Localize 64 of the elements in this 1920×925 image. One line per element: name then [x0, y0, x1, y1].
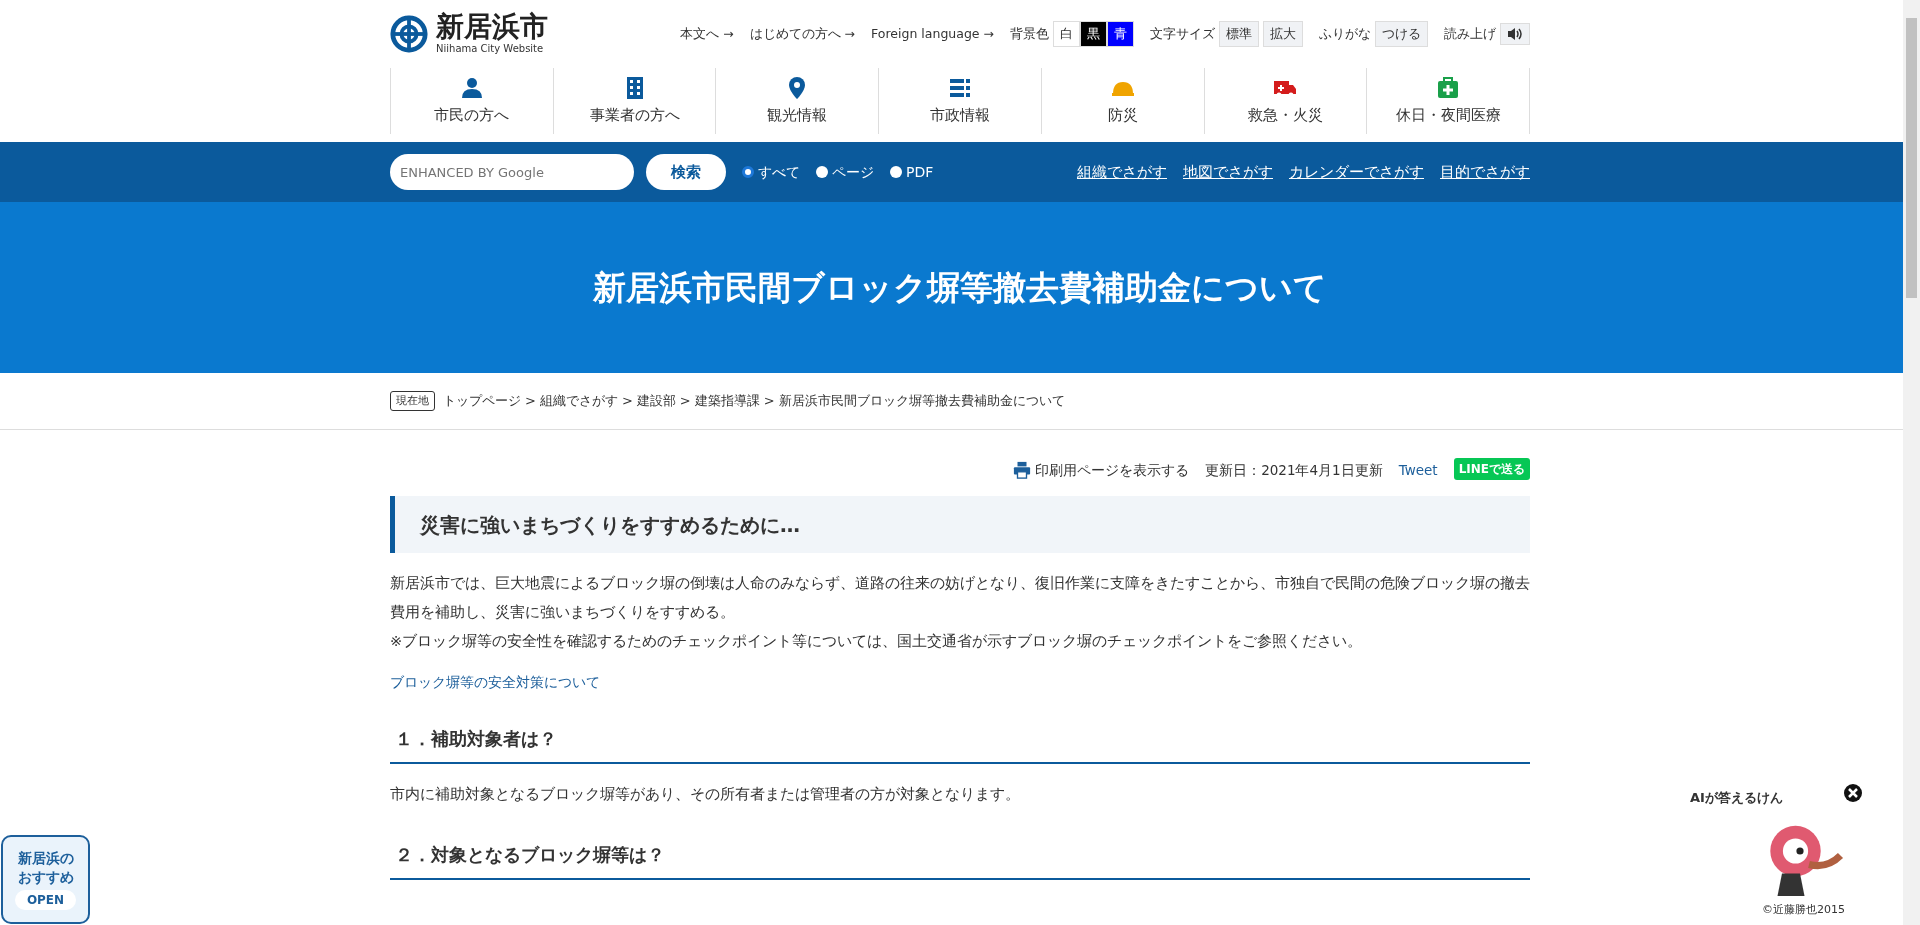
page-title: 新居浜市民間ブロック塀等撤去費補助金について — [593, 267, 1327, 308]
chatbot-caption: AIが答えるけん — [1690, 789, 1783, 807]
section-heading: 災害に強いまちづくりをすすめるために… — [390, 496, 1530, 553]
nav-item[interactable]: 市政情報 — [878, 68, 1041, 134]
body-text: 市内に補助対象となるブロック塀等があり、その所有者または管理者の方が対象となります。 — [390, 785, 1021, 804]
font-size-option[interactable]: 標準 — [1219, 20, 1259, 48]
safety-measures-link[interactable]: ブロック塀等の安全対策について — [390, 672, 600, 693]
utility-link[interactable]: Foreign language → — [871, 24, 994, 44]
search-method-link[interactable]: 地図でさがす — [1183, 160, 1273, 184]
breadcrumb-current: 新居浜市民間ブロック塀等撤去費補助金について — [778, 392, 1065, 411]
nav-item[interactable]: 救急・火災 — [1203, 68, 1367, 134]
current-location-label: 現在地 — [390, 391, 435, 411]
subsection-heading: ２．対象となるブロック塀等は？ — [390, 831, 1530, 880]
search-button[interactable]: 検索 — [646, 154, 726, 190]
updated-date: 更新日：2021年4月1日更新 — [1205, 460, 1383, 480]
read-aloud-label: 読み上げ — [1444, 24, 1496, 43]
scrollbar[interactable] — [1903, 0, 1920, 925]
body-text: ※ブロック塀等の安全性を確認するためのチェックポイント等については、国土交通省が示すブロック塀のチェックポイントをご参照ください。 — [390, 632, 1364, 651]
search-scope-radio[interactable]: ページ — [816, 161, 874, 183]
breadcrumb-separator: > — [763, 392, 775, 411]
subsection-heading: １．補助対象者は？ — [390, 715, 1530, 764]
site-subtitle: Niihama City Website — [436, 41, 545, 56]
printer-icon — [1013, 460, 1032, 479]
utility-link[interactable]: 本文へ → — [680, 24, 734, 44]
first-aid-kit-icon — [1436, 75, 1461, 100]
search-scope-radio[interactable]: PDF — [890, 161, 934, 183]
utility-link[interactable]: はじめての方へ → — [749, 24, 856, 44]
tweet-link[interactable]: Tweet — [1398, 459, 1438, 480]
breadcrumb-separator: > — [679, 392, 691, 411]
body-text: 新居浜市では、巨大地震によるブロック塀の倒壊は人命のみならず、道路の往来の妨げとなり、復旧作業に支障をきたすことから、市独自で民間の危険ブロック塀の撤去費用を補助し、災害に強いまちづくりをすすめる。 — [390, 574, 1530, 622]
search-method-link[interactable]: 目的でさがす — [1440, 160, 1530, 184]
breadcrumb-separator: > — [525, 392, 536, 411]
search-method-link[interactable]: カレンダーでさがす — [1289, 160, 1424, 184]
nav-item[interactable]: 休日・夜間医療 — [1366, 68, 1531, 134]
furigana-button[interactable]: つける — [1375, 20, 1428, 48]
open-button[interactable]: OPEN — [14, 889, 77, 910]
background-color-option[interactable]: 白 — [1053, 20, 1080, 48]
breadcrumb-link[interactable]: 建築指導課 — [694, 391, 760, 411]
font-size-option[interactable]: 拡大 — [1263, 20, 1303, 48]
background-color-label: 背景色 — [1010, 24, 1049, 43]
close-icon[interactable] — [1843, 783, 1863, 803]
site-logo-text[interactable]: 新居浜市 — [436, 12, 548, 41]
search-method-link[interactable]: 組織でさがす — [1077, 160, 1167, 184]
background-color-option[interactable]: 黒 — [1080, 20, 1107, 48]
person-icon — [459, 75, 484, 100]
search-scope-radio[interactable]: すべて — [742, 161, 800, 183]
recommend-title: 新居浜のおすすめ — [16, 849, 75, 886]
background-color-option[interactable]: 青 — [1107, 20, 1134, 48]
nav-item[interactable]: 観光情報 — [715, 68, 879, 134]
copyright-text: ©近藤勝也2015 — [1762, 902, 1845, 918]
nav-item[interactable]: 防災 — [1040, 68, 1204, 134]
breadcrumb-link[interactable]: 建設部 — [636, 391, 676, 411]
breadcrumb-separator: > — [621, 392, 633, 411]
search-field[interactable]: ENHANCED BY Google — [390, 154, 634, 190]
speaker-icon — [1507, 27, 1523, 41]
breadcrumb-link[interactable]: トップページ — [443, 391, 521, 411]
nav-item[interactable]: 市民の方へ — [390, 68, 553, 134]
city-emblem-icon — [390, 15, 428, 53]
nav-item[interactable]: 事業者の方へ — [552, 68, 716, 134]
font-size-label: 文字サイズ — [1150, 24, 1215, 43]
print-page-link[interactable]: 印刷用ページを表示する — [1035, 459, 1190, 480]
furigana-label: ふりがな — [1319, 24, 1371, 43]
breadcrumb-link[interactable]: 組織でさがす — [539, 391, 618, 411]
speaker-button[interactable] — [1500, 23, 1530, 45]
